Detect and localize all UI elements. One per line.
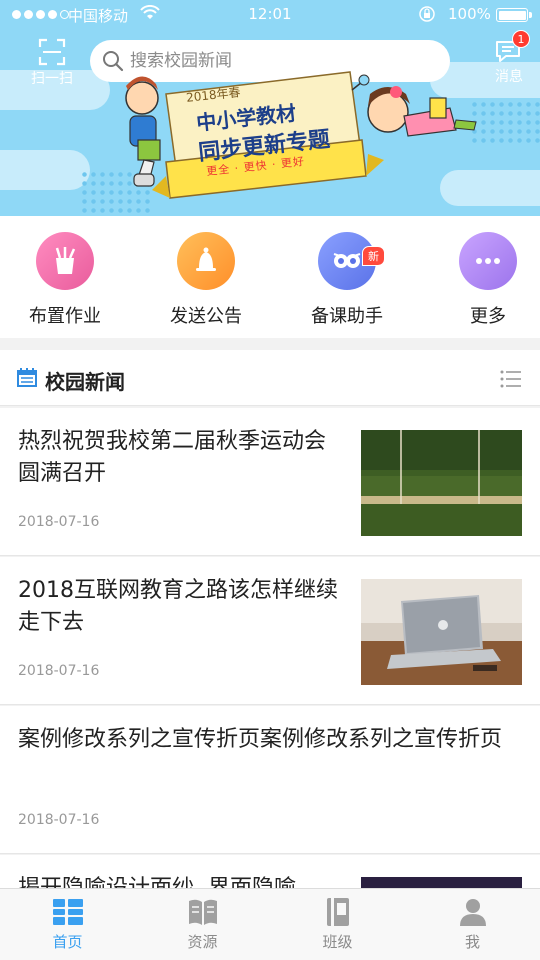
new-badge: 新 <box>362 246 385 266</box>
quick-action-label: 更多 <box>470 306 506 327</box>
scan-icon <box>38 38 66 66</box>
unread-badge: 1 <box>512 30 530 48</box>
scan-label: 扫一扫 <box>31 71 73 87</box>
news-calendar-icon <box>17 368 37 387</box>
quick-action-label: 布置作业 <box>29 306 101 327</box>
quick-action-more[interactable]: 更多 <box>421 232 540 328</box>
tab-home[interactable]: 首页 <box>0 897 135 952</box>
news-title: 2018互联网教育之路该怎样继续走下去 <box>18 578 338 635</box>
scan-button[interactable]: 扫一扫 <box>24 34 80 88</box>
bottom-tab-bar: 首页 资源 班级 我 <box>0 888 540 960</box>
notebook-icon <box>326 898 349 926</box>
book-icon <box>188 899 217 925</box>
tab-label: 班级 <box>322 933 353 951</box>
news-title: 案例修改系列之宣传折页案例修改系列之宣传折页 <box>18 727 503 752</box>
sports-field-image <box>361 430 522 536</box>
person-icon <box>459 899 486 926</box>
battery-percentage: 100% <box>448 5 491 23</box>
more-dots-icon <box>459 232 517 290</box>
orientation-lock-icon <box>418 5 436 27</box>
cloud-decoration <box>0 150 90 190</box>
news-title: 热烈祝贺我校第二届秋季运动会圆满召开 <box>18 429 327 486</box>
status-bar: 中国移动 12:01 100% <box>0 0 540 30</box>
bell-icon <box>177 232 235 290</box>
promo-banner[interactable]: 2018年春 中小学教材 同步更新专题 更全 · 更快 · 更好 <box>100 64 480 214</box>
quick-actions: 布置作业 发送公告 新 备课助手 更多 <box>0 216 540 338</box>
news-date: 2018-07-16 <box>18 812 100 828</box>
home-grid-icon <box>52 899 83 925</box>
tab-resources[interactable]: 资源 <box>135 897 270 952</box>
dots-decoration <box>470 100 540 144</box>
quick-action-announcement[interactable]: 发送公告 <box>139 232 273 328</box>
tab-label: 我 <box>464 933 480 951</box>
tab-label: 首页 <box>52 933 83 951</box>
news-item[interactable]: 案例修改系列之宣传折页案例修改系列之宣传折页 2018-07-16 <box>0 706 540 854</box>
news-section-header: 校园新闻 <box>0 350 540 406</box>
quick-action-label: 备课助手 <box>311 306 383 327</box>
tab-class[interactable]: 班级 <box>270 897 405 952</box>
pencil-cup-icon <box>36 232 94 290</box>
list-view-icon[interactable] <box>500 370 522 388</box>
header-banner: 中国移动 12:01 100% 扫一扫 1 消息 <box>0 0 540 216</box>
quick-action-label: 发送公告 <box>170 306 242 327</box>
news-section-title: 校园新闻 <box>45 370 125 394</box>
quick-action-lesson-helper[interactable]: 新 备课助手 <box>280 232 414 328</box>
news-date: 2018-07-16 <box>18 514 100 530</box>
news-item[interactable]: 热烈祝贺我校第二届秋季运动会圆满召开 2018-07-16 <box>0 408 540 556</box>
battery-icon <box>496 8 532 22</box>
laptop-desk-image <box>361 579 522 685</box>
messages-button[interactable]: 1 消息 <box>484 30 534 88</box>
tab-me[interactable]: 我 <box>405 897 540 952</box>
tab-label: 资源 <box>187 933 218 951</box>
news-date: 2018-07-16 <box>18 663 100 679</box>
quick-action-homework[interactable]: 布置作业 <box>0 232 132 328</box>
news-item[interactable]: 2018互联网教育之路该怎样继续走下去 2018-07-16 <box>0 557 540 705</box>
messages-label: 消息 <box>495 69 523 85</box>
